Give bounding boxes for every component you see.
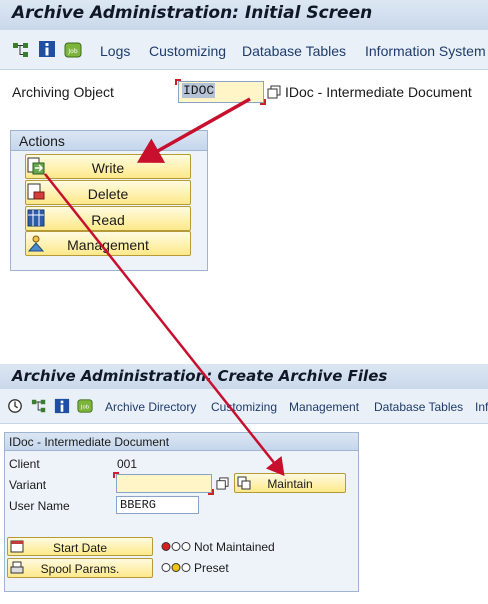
copy-icon[interactable] xyxy=(216,477,229,490)
calendar-icon xyxy=(10,540,24,553)
write-button[interactable]: Write xyxy=(25,154,191,179)
write-icon xyxy=(27,157,45,175)
read-icon xyxy=(27,209,45,227)
print-icon xyxy=(10,561,24,574)
management-button[interactable]: Management xyxy=(25,231,191,256)
page-title-initial: Archive Administration: Initial Screen xyxy=(12,3,373,23)
toolbar-initial: Job Logs Customizing Database Tables Inf… xyxy=(0,30,488,70)
archiving-object-description: IDoc - Intermediate Document xyxy=(285,84,472,100)
client-label: Client xyxy=(9,457,40,471)
delete-button[interactable]: Delete xyxy=(25,180,191,205)
copy-icon[interactable] xyxy=(267,85,281,99)
svg-text:Job: Job xyxy=(80,405,90,411)
read-button[interactable]: Read xyxy=(25,206,191,231)
status-not-maintained: Not Maintained xyxy=(194,540,275,554)
job-icon[interactable]: Job xyxy=(77,398,93,414)
screen-separator xyxy=(0,310,488,364)
required-mark-br xyxy=(260,99,266,105)
variant-required-mark-tl xyxy=(113,472,119,478)
variant-label: Variant xyxy=(9,478,47,492)
hierarchy-icon[interactable] xyxy=(12,41,30,59)
spool-params-button[interactable]: Spool Params. xyxy=(7,558,153,578)
idoc-panel-title: IDoc - Intermediate Document xyxy=(9,435,170,449)
job-icon[interactable]: Job xyxy=(64,41,82,59)
menu-management[interactable]: Management xyxy=(289,400,359,414)
archiving-object-label: Archiving Object xyxy=(12,84,114,100)
archiving-object-input[interactable]: IDOC xyxy=(178,81,264,103)
menu-information-system[interactable]: Information System xyxy=(365,43,486,59)
status-lights-yellow-icon xyxy=(161,563,191,572)
menu-information-system-2[interactable]: Inf xyxy=(475,400,488,414)
actions-title: Actions xyxy=(19,133,65,149)
required-mark-tl xyxy=(175,79,181,85)
page-title-create: Archive Administration: Create Archive F… xyxy=(12,367,388,385)
menu-archive-directory[interactable]: Archive Directory xyxy=(105,400,196,414)
user-name-label: User Name xyxy=(9,499,70,513)
idoc-panel-header: IDoc - Intermediate Document xyxy=(5,433,358,451)
start-date-button[interactable]: Start Date xyxy=(7,537,153,556)
management-icon xyxy=(27,235,45,252)
maintain-icon xyxy=(237,476,251,490)
execute-icon[interactable] xyxy=(7,398,23,414)
hierarchy-icon[interactable] xyxy=(31,398,47,414)
title-bar-create: Archive Administration: Create Archive F… xyxy=(0,364,488,389)
toolbar-create: Job Archive Directory Customizing Manage… xyxy=(0,389,488,424)
menu-customizing[interactable]: Customizing xyxy=(149,43,226,59)
info-icon[interactable] xyxy=(38,40,56,58)
info-icon[interactable] xyxy=(54,398,70,414)
svg-text:Job: Job xyxy=(67,48,77,55)
delete-icon xyxy=(27,183,45,200)
user-name-input[interactable]: BBERG xyxy=(116,496,199,514)
menu-customizing-2[interactable]: Customizing xyxy=(211,400,277,414)
actions-panel-header: Actions xyxy=(11,131,207,151)
menu-logs[interactable]: Logs xyxy=(100,43,130,59)
status-lights-red-icon xyxy=(161,542,191,551)
menu-database-tables[interactable]: Database Tables xyxy=(242,43,346,59)
variant-required-mark-br xyxy=(208,489,214,495)
menu-database-tables-2[interactable]: Database Tables xyxy=(374,400,463,414)
status-preset: Preset xyxy=(194,561,229,575)
title-bar-initial: Archive Administration: Initial Screen xyxy=(0,0,488,30)
client-value: 001 xyxy=(117,457,138,471)
variant-input[interactable] xyxy=(116,474,212,493)
